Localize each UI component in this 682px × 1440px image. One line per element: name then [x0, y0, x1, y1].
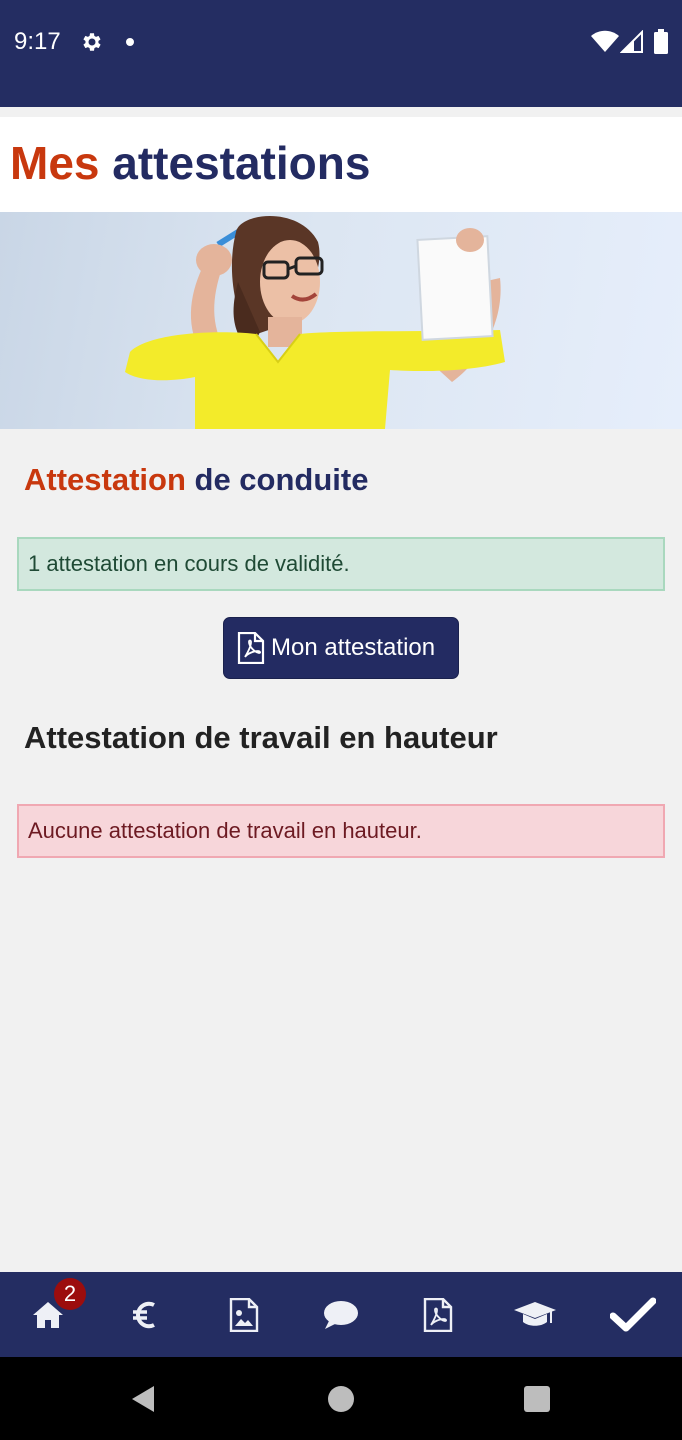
back-icon[interactable] [130, 1385, 156, 1413]
home-circle-icon[interactable] [327, 1385, 355, 1413]
mon-attestation-label: Mon attestation [271, 634, 436, 661]
pdf-file-icon [237, 632, 265, 664]
nav-finance[interactable] [100, 1272, 190, 1357]
chat-icon [324, 1300, 358, 1329]
nav-documents[interactable] [393, 1272, 483, 1357]
conduite-heading: Attestation de conduite [24, 462, 368, 498]
page-title-main: attestations [112, 137, 371, 189]
page-title-accent: Mes [10, 137, 100, 189]
bottom-nav [0, 1272, 682, 1357]
recents-icon[interactable] [523, 1385, 551, 1413]
graduation-cap-icon [514, 1301, 556, 1326]
hauteur-heading: Attestation de travail en hauteur [24, 720, 498, 755]
nav-images[interactable] [199, 1272, 289, 1357]
conduite-status-alert: 1 attestation en cours de validité. [17, 537, 665, 591]
notification-badge: 2 [54, 1278, 86, 1310]
checkmark-icon [610, 1297, 656, 1331]
mon-attestation-button[interactable]: Mon attestation [223, 617, 459, 679]
conduite-heading-accent: Attestation [24, 462, 186, 497]
battery-icon [654, 29, 668, 54]
euro-icon [133, 1301, 155, 1328]
status-time: 9:17 [14, 28, 61, 55]
hauteur-status-alert: Aucune attestation de travail en hauteur… [17, 804, 665, 858]
image-file-icon [229, 1297, 259, 1332]
notification-dot [126, 38, 134, 46]
pdf-file-icon [423, 1297, 453, 1332]
wifi-icon [591, 30, 619, 52]
signal-icon [620, 30, 643, 53]
banner-image [0, 212, 682, 429]
woman-holding-paper-photo [125, 215, 505, 429]
conduite-heading-main: de conduite [194, 462, 369, 497]
nav-training[interactable] [490, 1272, 580, 1357]
status-bar: 9:17 [0, 0, 682, 107]
gear-icon [83, 33, 101, 51]
system-nav-bar [0, 1357, 682, 1440]
nav-messages[interactable] [296, 1272, 386, 1357]
nav-attestations[interactable] [588, 1272, 678, 1357]
page-title: Mes attestations [10, 136, 370, 190]
